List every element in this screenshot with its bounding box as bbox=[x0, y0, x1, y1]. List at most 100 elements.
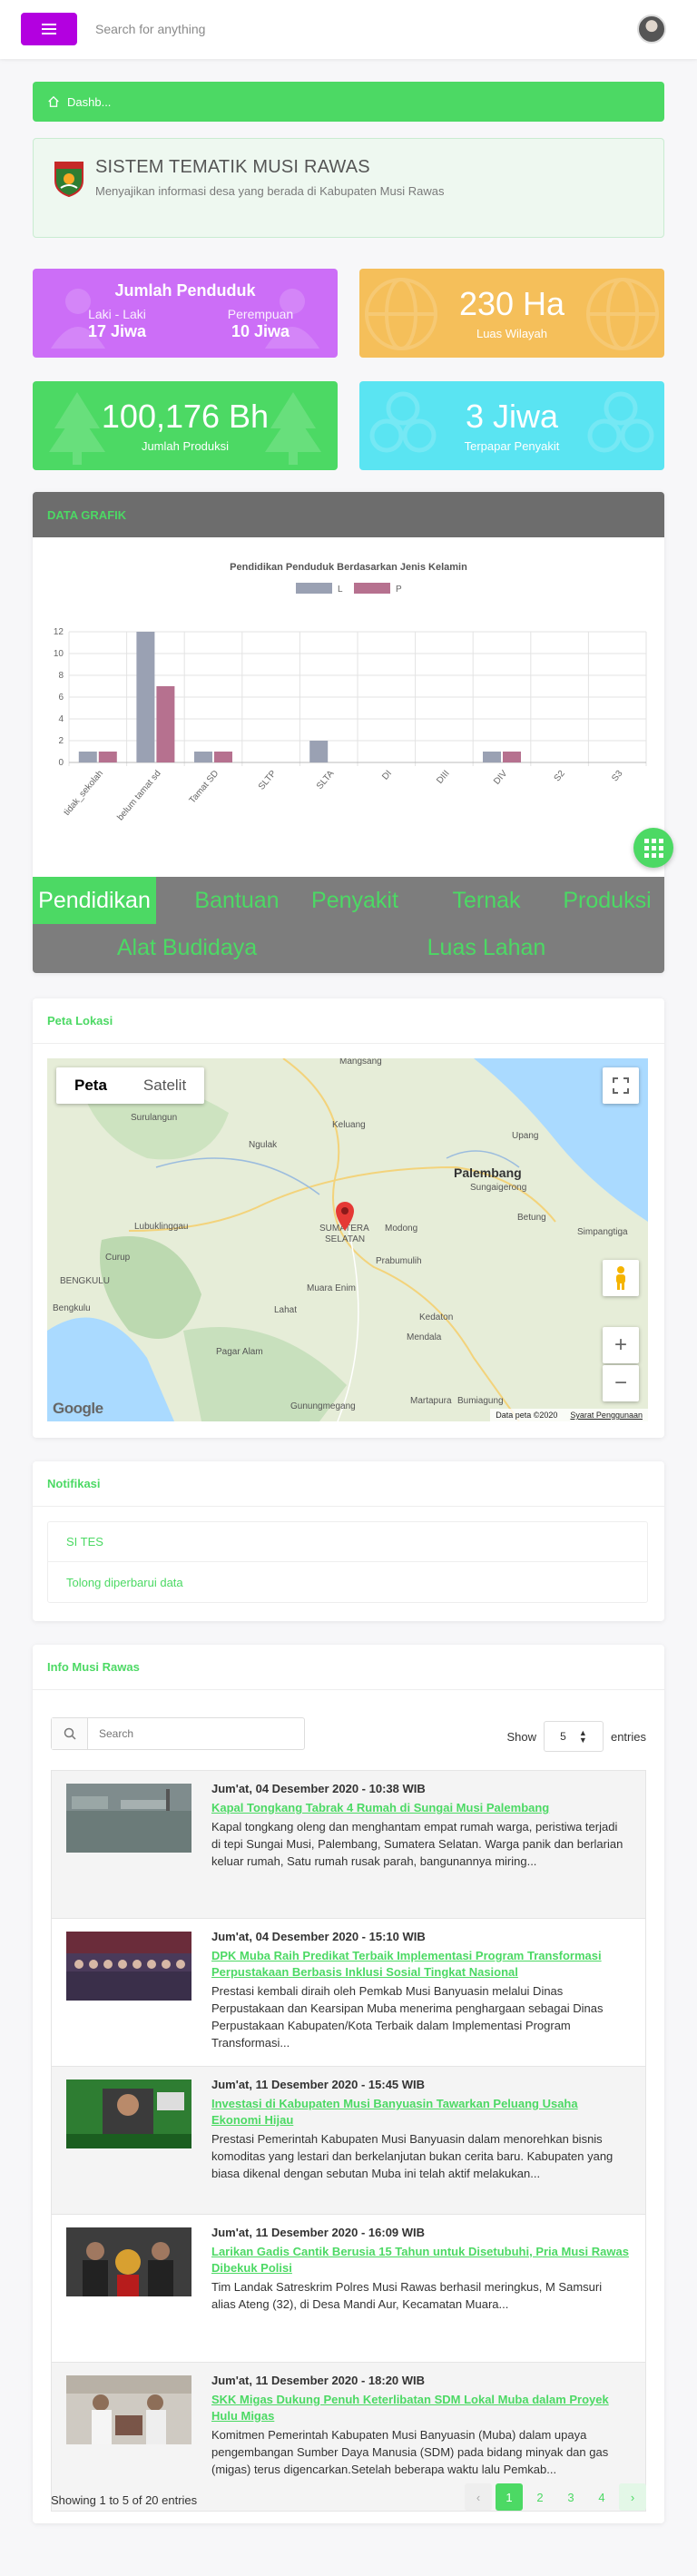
news-title-link[interactable]: Larikan Gadis Cantik Berusia 15 Tahun un… bbox=[211, 2244, 629, 2276]
news-title-link[interactable]: Investasi di Kabupaten Musi Banyuasin Ta… bbox=[211, 2096, 629, 2129]
map-attribution: Data peta ©2020 Syarat Penggunaan bbox=[490, 1409, 648, 1421]
map-label: SELATAN bbox=[325, 1234, 366, 1244]
y-tick-label: 6 bbox=[58, 693, 64, 703]
map-label: Modong bbox=[385, 1224, 418, 1234]
fullscreen-button[interactable] bbox=[603, 1067, 639, 1104]
tab-alat-budidaya[interactable]: Alat Budidaya bbox=[87, 924, 287, 971]
penyakit-value: 3 Jiwa bbox=[465, 398, 559, 435]
tab-penyakit[interactable]: Penyakit bbox=[287, 877, 423, 924]
site-subtitle: Menyajikan informasi desa yang berada di… bbox=[95, 184, 445, 198]
bar-L bbox=[483, 752, 501, 762]
page-button[interactable]: 2 bbox=[526, 2483, 554, 2511]
bar-L bbox=[194, 752, 212, 762]
bar-L bbox=[309, 741, 329, 762]
map-type-satelit[interactable]: Satelit bbox=[125, 1067, 204, 1104]
produksi-value: 100,176 Bh bbox=[101, 398, 270, 435]
news-title-link[interactable]: Kapal Tongkang Tabrak 4 Rumah di Sungai … bbox=[211, 1800, 629, 1816]
legend-swatch bbox=[354, 583, 390, 594]
male-value: 17 Jiwa bbox=[87, 322, 147, 340]
x-tick-label: S2 bbox=[553, 769, 568, 784]
data-grafik-header: DATA GRAFIK bbox=[33, 492, 664, 537]
card-terpapar-penyakit: 3 Jiwa Terpapar Penyakit bbox=[359, 381, 664, 470]
map-label: Mendala bbox=[407, 1332, 442, 1342]
card-jumlah-produksi: 100,176 Bh Jumlah Produksi bbox=[33, 381, 338, 470]
news-thumbnail[interactable] bbox=[66, 2079, 191, 2148]
notification-item[interactable]: Tolong diperbarui data bbox=[48, 1562, 647, 1602]
location-pin-icon[interactable] bbox=[334, 1200, 356, 1231]
news-date: Jum'at, 04 Desember 2020 - 10:38 WIB bbox=[211, 1782, 426, 1795]
notification-list: SI TES Tolong diperbarui data bbox=[47, 1521, 648, 1603]
news-item: Jum'at, 11 Desember 2020 - 15:45 WIB Inv… bbox=[52, 2067, 645, 2215]
fullscreen-icon bbox=[613, 1077, 629, 1094]
zoom-out-button[interactable]: − bbox=[603, 1365, 639, 1401]
news-excerpt: Komitmen Pemerintah Kabupaten Musi Banyu… bbox=[211, 2428, 609, 2476]
next-page-button[interactable]: › bbox=[619, 2483, 646, 2511]
updown-icon: ▲ ▼ bbox=[578, 1728, 587, 1745]
tab-ternak[interactable]: Ternak bbox=[418, 877, 555, 924]
tab-bantuan[interactable]: Bantuan bbox=[169, 877, 305, 924]
news-thumbnail[interactable] bbox=[66, 2375, 191, 2444]
news-list: Jum'at, 04 Desember 2020 - 10:38 WIB Kap… bbox=[51, 1770, 646, 2512]
x-tick-label: tidak_sekolah bbox=[62, 769, 105, 818]
location-map[interactable]: Mangsang Surulangun Keluang Ngulak Palem… bbox=[47, 1058, 648, 1421]
page-button[interactable]: 3 bbox=[557, 2483, 584, 2511]
y-tick-label: 8 bbox=[58, 671, 64, 681]
news-item: Jum'at, 04 Desember 2020 - 10:38 WIB Kap… bbox=[52, 1771, 645, 1919]
notifikasi-title: Notifikasi bbox=[33, 1461, 664, 1507]
global-search-input[interactable] bbox=[95, 18, 368, 40]
x-tick-label: S3 bbox=[610, 769, 625, 784]
tab-luas-lahan[interactable]: Luas Lahan bbox=[396, 924, 577, 971]
pagination: ‹ 1 2 3 4 › bbox=[465, 2483, 646, 2511]
street-view-pegman[interactable] bbox=[603, 1260, 639, 1296]
pegman-icon bbox=[616, 1266, 625, 1290]
google-logo: Google bbox=[53, 1400, 103, 1417]
notification-item[interactable]: SI TES bbox=[48, 1522, 647, 1562]
bar-P bbox=[156, 686, 175, 762]
page-button[interactable]: 4 bbox=[588, 2483, 615, 2511]
x-tick-label: Tamat SD bbox=[188, 769, 221, 806]
education-bar-chart: Pendidikan Penduduk Berdasarkan Jenis Ke… bbox=[54, 562, 647, 822]
page-button[interactable]: 1 bbox=[496, 2483, 523, 2511]
map-label: Bengkulu bbox=[53, 1303, 91, 1313]
map-label: Upang bbox=[512, 1131, 539, 1141]
map-label: Simpangtiga bbox=[577, 1227, 628, 1237]
news-date: Jum'at, 11 Desember 2020 - 15:45 WIB bbox=[211, 2078, 426, 2091]
map-type-toggle: Peta Satelit bbox=[56, 1067, 205, 1104]
page-length-select[interactable]: 5 ▲ ▼ bbox=[543, 1721, 604, 1752]
user-avatar[interactable] bbox=[637, 15, 666, 44]
news-search-input[interactable] bbox=[88, 1718, 297, 1749]
female-label: Perempuan bbox=[227, 307, 294, 321]
news-thumbnail[interactable] bbox=[66, 1932, 191, 2001]
page-length-value: 5 bbox=[560, 1730, 566, 1743]
hamburger-menu-button[interactable] bbox=[21, 13, 77, 45]
map-label: Surulangun bbox=[131, 1113, 178, 1123]
prev-page-button[interactable]: ‹ bbox=[465, 2483, 492, 2511]
y-tick-label: 4 bbox=[58, 714, 64, 724]
legend-label: L bbox=[338, 585, 343, 595]
news-item: Jum'at, 04 Desember 2020 - 15:10 WIB DPK… bbox=[52, 1919, 645, 2067]
news-title-link[interactable]: SKK Migas Dukung Penuh Keterlibatan SDM … bbox=[211, 2392, 629, 2424]
chart-title: Pendidikan Penduduk Berdasarkan Jenis Ke… bbox=[230, 562, 467, 573]
news-thumbnail[interactable] bbox=[66, 2227, 191, 2296]
news-search-box bbox=[51, 1717, 305, 1750]
peta-lokasi-title: Peta Lokasi bbox=[33, 998, 664, 1044]
breadcrumb-dashboard-link[interactable]: Dashb... bbox=[67, 95, 111, 109]
apps-grid-button[interactable] bbox=[633, 828, 673, 868]
map-terms-link[interactable]: Syarat Penggunaan bbox=[570, 1411, 643, 1420]
chevron-right-icon: › bbox=[630, 2490, 635, 2504]
news-item: Jum'at, 11 Desember 2020 - 16:09 WIB Lar… bbox=[52, 2215, 645, 2363]
zoom-in-button[interactable]: + bbox=[603, 1327, 639, 1363]
news-thumbnail[interactable] bbox=[66, 1784, 191, 1853]
penduduk-title: Jumlah Penduduk bbox=[114, 281, 256, 300]
news-title-link[interactable]: DPK Muba Raih Predikat Terbaik Implement… bbox=[211, 1948, 629, 1981]
news-excerpt: Prestasi kembali diraih oleh Pemkab Musi… bbox=[211, 1984, 604, 2050]
show-label: Show bbox=[506, 1729, 536, 1744]
x-tick-label: SLTA bbox=[315, 769, 337, 791]
male-label: Laki - Laki bbox=[88, 307, 146, 321]
tab-pendidikan[interactable]: Pendidikan bbox=[33, 877, 156, 924]
x-tick-label: DIII bbox=[435, 769, 451, 786]
tab-produksi[interactable]: Produksi bbox=[550, 877, 664, 924]
map-type-peta[interactable]: Peta bbox=[56, 1067, 125, 1104]
luas-value: 230 Ha bbox=[458, 285, 565, 322]
card-jumlah-penduduk: Jumlah Penduduk Laki - Laki 17 Jiwa Pere… bbox=[33, 269, 338, 358]
